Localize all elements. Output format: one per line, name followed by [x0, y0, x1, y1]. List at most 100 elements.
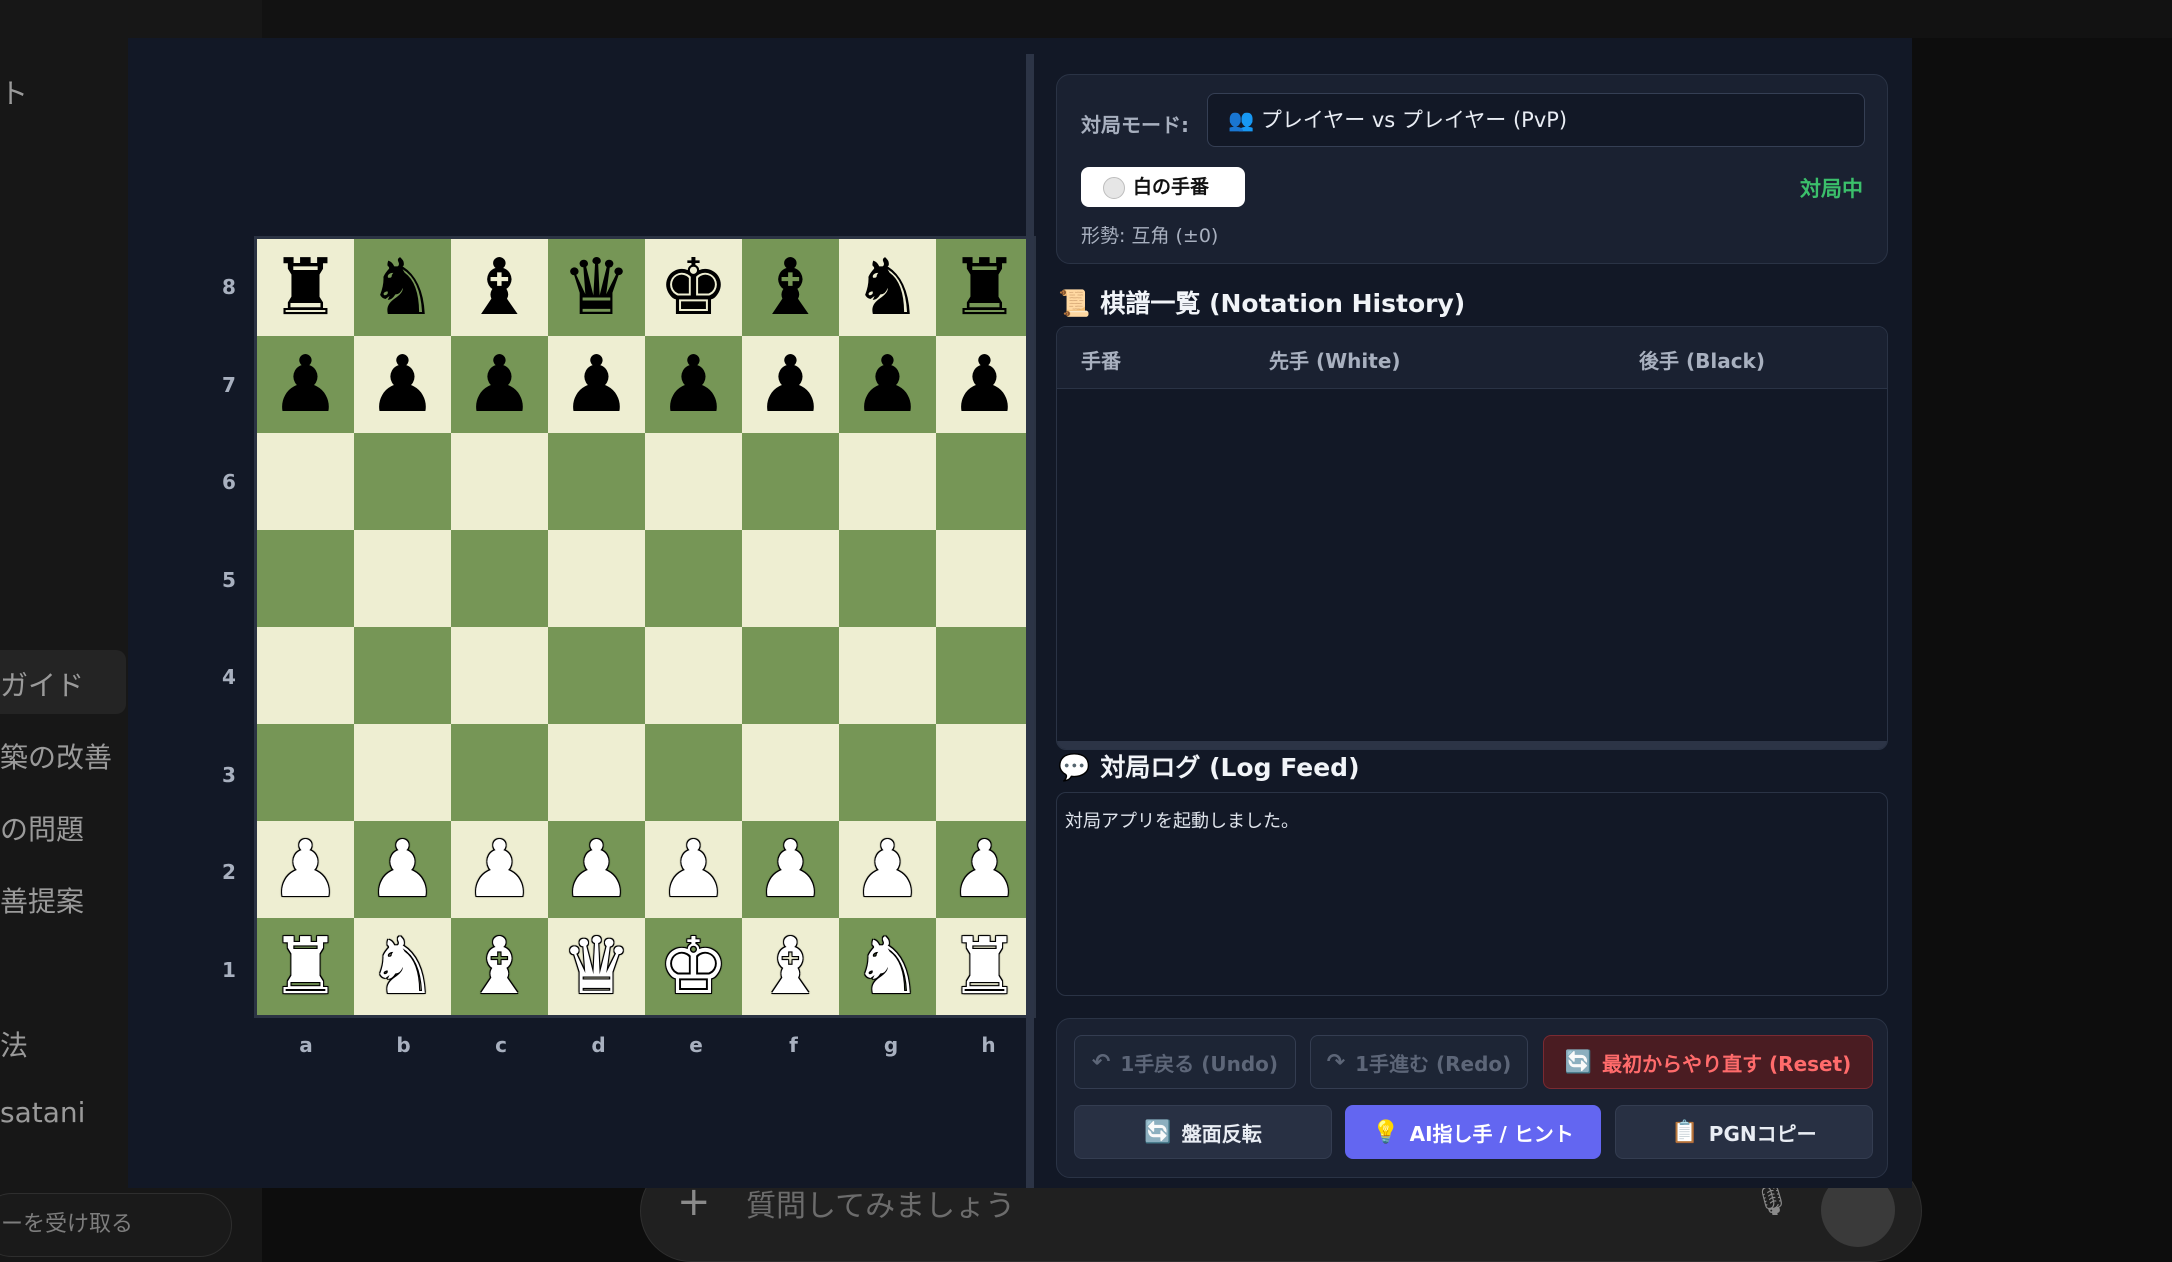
chess-board[interactable]: ♜ ♞ ♝ ♛ ♚ ♝ ♞ ♜ ♟ ♟ ♟ ♟ ♟ ♟ ♟ ♟ ♟ ♟ ♟ ♟ ♟ ♟ ♟ ♟ ♜ ♞ ♝ ♛ ♚ ♝ ♞ ♜ — [254, 236, 1036, 1018]
panel-resize-handle[interactable] — [1026, 54, 1034, 1188]
sidebar-item[interactable]: の問題 — [0, 808, 84, 848]
ai-hint-button[interactable]: 💡 AI指し手 / ヒント — [1345, 1105, 1601, 1159]
square-a1[interactable]: ♜ — [257, 918, 354, 1015]
square-g8[interactable]: ♞ — [839, 239, 936, 336]
square-c2[interactable]: ♟ — [451, 821, 548, 918]
mode-select[interactable]: 👥 プレイヤー vs プレイヤー (PvP) — [1207, 93, 1865, 147]
square-d1[interactable]: ♛ — [548, 918, 645, 1015]
square-b7[interactable]: ♟ — [354, 336, 451, 433]
square-f8[interactable]: ♝ — [742, 239, 839, 336]
square-e4[interactable] — [645, 627, 742, 724]
black-pawn-icon[interactable]: ♟ — [465, 346, 535, 424]
square-h8[interactable]: ♜ — [936, 239, 1033, 336]
square-e5[interactable] — [645, 530, 742, 627]
square-c1[interactable]: ♝ — [451, 918, 548, 1015]
white-pawn-icon[interactable]: ♟ — [756, 831, 826, 909]
square-a3[interactable] — [257, 724, 354, 821]
square-d7[interactable]: ♟ — [548, 336, 645, 433]
square-f3[interactable] — [742, 724, 839, 821]
square-e6[interactable] — [645, 433, 742, 530]
square-g3[interactable] — [839, 724, 936, 821]
black-pawn-icon[interactable]: ♟ — [756, 346, 826, 424]
square-g7[interactable]: ♟ — [839, 336, 936, 433]
square-e1[interactable]: ♚ — [645, 918, 742, 1015]
square-e3[interactable] — [645, 724, 742, 821]
black-pawn-icon[interactable]: ♟ — [562, 346, 632, 424]
white-pawn-icon[interactable]: ♟ — [368, 831, 438, 909]
square-a6[interactable] — [257, 433, 354, 530]
square-d3[interactable] — [548, 724, 645, 821]
flip-board-button[interactable]: 🔄 盤面反転 — [1074, 1105, 1332, 1159]
sidebar-item[interactable]: 善提案 — [0, 880, 84, 920]
square-d2[interactable]: ♟ — [548, 821, 645, 918]
white-bishop-icon[interactable]: ♝ — [756, 928, 826, 1006]
square-d8[interactable]: ♛ — [548, 239, 645, 336]
black-rook-icon[interactable]: ♜ — [950, 249, 1020, 327]
black-bishop-icon[interactable]: ♝ — [756, 249, 826, 327]
square-c5[interactable] — [451, 530, 548, 627]
square-f6[interactable] — [742, 433, 839, 530]
black-bishop-icon[interactable]: ♝ — [465, 249, 535, 327]
reset-button[interactable]: 🔄 最初からやり直す (Reset) — [1543, 1035, 1873, 1089]
square-e7[interactable]: ♟ — [645, 336, 742, 433]
square-g6[interactable] — [839, 433, 936, 530]
white-queen-icon[interactable]: ♛ — [562, 928, 632, 1006]
white-pawn-icon[interactable]: ♟ — [659, 831, 729, 909]
square-g2[interactable]: ♟ — [839, 821, 936, 918]
square-b8[interactable]: ♞ — [354, 239, 451, 336]
square-b4[interactable] — [354, 627, 451, 724]
square-f1[interactable]: ♝ — [742, 918, 839, 1015]
square-d5[interactable] — [548, 530, 645, 627]
redo-button[interactable]: ↷ 1手進む (Redo) — [1310, 1035, 1528, 1089]
white-pawn-icon[interactable]: ♟ — [271, 831, 341, 909]
white-knight-icon[interactable]: ♞ — [368, 928, 438, 1006]
square-h4[interactable] — [936, 627, 1033, 724]
square-d6[interactable] — [548, 433, 645, 530]
white-rook-icon[interactable]: ♜ — [950, 928, 1020, 1006]
square-f5[interactable] — [742, 530, 839, 627]
sidebar-bottom-button[interactable]: ーを受け取る — [0, 1193, 232, 1257]
square-a7[interactable]: ♟ — [257, 336, 354, 433]
sidebar-item[interactable]: ト — [0, 72, 28, 112]
square-d4[interactable] — [548, 627, 645, 724]
square-c6[interactable] — [451, 433, 548, 530]
square-f2[interactable]: ♟ — [742, 821, 839, 918]
black-knight-icon[interactable]: ♞ — [368, 249, 438, 327]
white-king-icon[interactable]: ♚ — [659, 928, 729, 1006]
black-rook-icon[interactable]: ♜ — [271, 249, 341, 327]
white-pawn-icon[interactable]: ♟ — [465, 831, 535, 909]
square-a2[interactable]: ♟ — [257, 821, 354, 918]
square-b1[interactable]: ♞ — [354, 918, 451, 1015]
black-pawn-icon[interactable]: ♟ — [368, 346, 438, 424]
square-f7[interactable]: ♟ — [742, 336, 839, 433]
square-f4[interactable] — [742, 627, 839, 724]
white-knight-icon[interactable]: ♞ — [853, 928, 923, 1006]
black-pawn-icon[interactable]: ♟ — [950, 346, 1020, 424]
black-queen-icon[interactable]: ♛ — [562, 249, 632, 327]
white-pawn-icon[interactable]: ♟ — [853, 831, 923, 909]
black-knight-icon[interactable]: ♞ — [853, 249, 923, 327]
black-pawn-icon[interactable]: ♟ — [659, 346, 729, 424]
square-c3[interactable] — [451, 724, 548, 821]
black-king-icon[interactable]: ♚ — [659, 249, 729, 327]
square-h2[interactable]: ♟ — [936, 821, 1033, 918]
sidebar-user-name[interactable]: satani — [0, 1096, 85, 1129]
square-h1[interactable]: ♜ — [936, 918, 1033, 1015]
white-pawn-icon[interactable]: ♟ — [950, 831, 1020, 909]
square-b3[interactable] — [354, 724, 451, 821]
square-c7[interactable]: ♟ — [451, 336, 548, 433]
square-a5[interactable] — [257, 530, 354, 627]
square-a4[interactable] — [257, 627, 354, 724]
undo-button[interactable]: ↶ 1手戻る (Undo) — [1074, 1035, 1296, 1089]
square-c8[interactable]: ♝ — [451, 239, 548, 336]
square-h5[interactable] — [936, 530, 1033, 627]
square-h3[interactable] — [936, 724, 1033, 821]
black-pawn-icon[interactable]: ♟ — [853, 346, 923, 424]
sidebar-item[interactable]: ガイド — [0, 664, 84, 704]
square-b6[interactable] — [354, 433, 451, 530]
square-b5[interactable] — [354, 530, 451, 627]
square-a8[interactable]: ♜ — [257, 239, 354, 336]
microphone-icon[interactable]: 🎙 — [1753, 1183, 1791, 1218]
square-e8[interactable]: ♚ — [645, 239, 742, 336]
square-h7[interactable]: ♟ — [936, 336, 1033, 433]
